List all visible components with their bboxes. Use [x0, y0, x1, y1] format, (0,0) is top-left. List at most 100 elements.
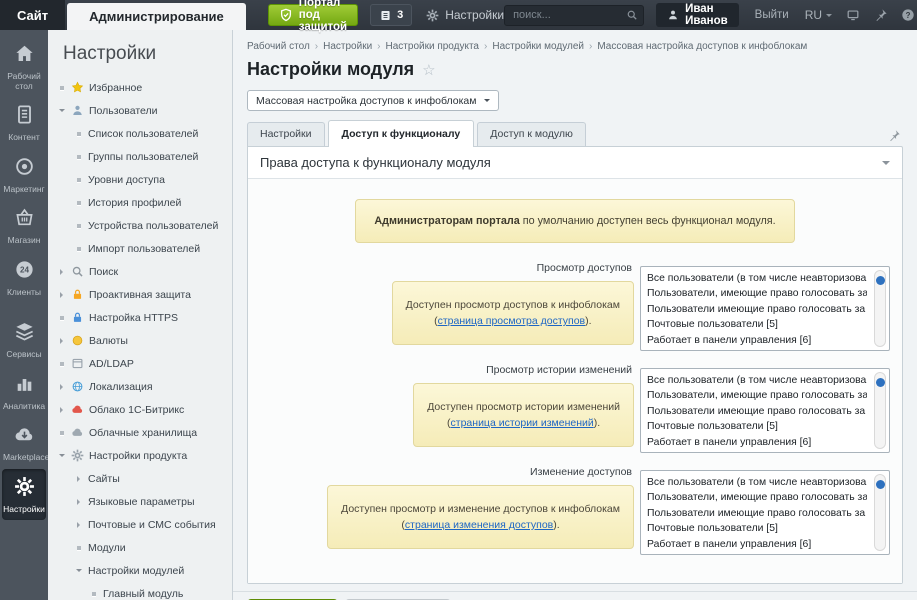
scrollbar-thumb[interactable]: [876, 276, 885, 285]
hint-link[interactable]: страница просмотра доступов: [438, 315, 586, 327]
sidebar-item-12[interactable]: AD/LDAP: [48, 352, 232, 375]
collapse-closed-icon[interactable]: [57, 407, 66, 413]
tab-0[interactable]: Настройки: [247, 122, 325, 146]
breadcrumb-item-3[interactable]: Настройки модулей: [492, 41, 584, 52]
tab-site[interactable]: Сайт: [0, 0, 65, 30]
list-icon: [379, 9, 392, 22]
breadcrumb-item-0[interactable]: Рабочий стол: [247, 41, 310, 52]
listbox-option[interactable]: Почтовые пользователи [5]: [647, 521, 867, 536]
sidebar-title: Настройки: [48, 30, 232, 76]
collapse-open-icon[interactable]: [57, 106, 66, 115]
listbox-option[interactable]: Почтовые пользователи [5]: [647, 419, 867, 434]
listbox-option[interactable]: Работает в панели управления [6]: [647, 333, 867, 348]
tab-1[interactable]: Доступ к функционалу: [328, 120, 475, 147]
monitor-icon[interactable]: [846, 8, 860, 22]
sidebar-item-3[interactable]: Группы пользователей: [48, 145, 232, 168]
collapse-closed-icon[interactable]: [74, 476, 83, 482]
collapse-closed-icon[interactable]: [74, 499, 83, 505]
topbar-settings-button[interactable]: Настройки: [426, 8, 504, 22]
listbox-option[interactable]: Пользователи имеющие право голосовать за…: [647, 506, 867, 521]
listbox-option[interactable]: Пользователи имеющие право голосовать за…: [647, 404, 867, 419]
sidebar-item-9[interactable]: Проактивная защита: [48, 283, 232, 306]
sidebar-item-7[interactable]: Импорт пользователей: [48, 237, 232, 260]
tab-2[interactable]: Доступ к модулю: [477, 122, 586, 146]
sidebar-item-21[interactable]: Настройки модулей: [48, 559, 232, 582]
sidebar-item-4[interactable]: Уровни доступа: [48, 168, 232, 191]
rail-item-0[interactable]: Рабочий стол: [2, 36, 46, 97]
sidebar-item-13[interactable]: Локализация: [48, 375, 232, 398]
help-button[interactable]: ? Помощь: [901, 8, 917, 22]
rail-item-3[interactable]: Магазин: [2, 200, 46, 252]
rail-item-7[interactable]: Marketplace: [2, 417, 46, 469]
sidebar-item-11[interactable]: Валюты: [48, 329, 232, 352]
sidebar-item-10[interactable]: Настройка HTTPS: [48, 306, 232, 329]
listbox-option[interactable]: Пользователи, имеющие право голосовать з…: [647, 490, 867, 505]
rail-item-8[interactable]: Настройки: [2, 469, 46, 521]
collapse-closed-icon[interactable]: [57, 269, 66, 275]
sidebar-item-22[interactable]: Главный модуль: [48, 582, 232, 600]
rail-item-6[interactable]: Аналитика: [2, 366, 46, 418]
sidebar-item-17[interactable]: Сайты: [48, 467, 232, 490]
hint-link[interactable]: страница истории изменений: [451, 417, 594, 429]
listbox-option[interactable]: Почтовые пользователи [5]: [647, 317, 867, 332]
sidebar-item-19[interactable]: Почтовые и СМС события: [48, 513, 232, 536]
sidebar-item-0[interactable]: Избранное: [48, 76, 232, 99]
access-listbox-0[interactable]: Все пользователи (в том числе неавторизо…: [640, 266, 890, 351]
breadcrumb-item-1[interactable]: Настройки: [323, 41, 372, 52]
listbox-scrollbar[interactable]: [874, 474, 886, 551]
sidebar-item-8[interactable]: Поиск: [48, 260, 232, 283]
collapse-closed-icon[interactable]: [74, 522, 83, 528]
collapse-open-icon[interactable]: [57, 451, 66, 460]
collapse-icon[interactable]: [882, 161, 890, 169]
module-select[interactable]: Массовая настройка доступов к инфоблокам: [247, 90, 499, 111]
rail-item-1[interactable]: Контент: [2, 97, 46, 149]
listbox-option[interactable]: Все пользователи (в том числе неавторизо…: [647, 373, 867, 388]
listbox-option[interactable]: Работает в панели управления [6]: [647, 435, 867, 450]
footer-bar: Сохранить По умолчанию: [233, 591, 917, 600]
sidebar-item-2[interactable]: Список пользователей: [48, 122, 232, 145]
listbox-option[interactable]: Все пользователи (в том числе неавторизо…: [647, 271, 867, 286]
breadcrumb-item-4[interactable]: Массовая настройка доступов к инфоблокам: [597, 41, 807, 52]
hint-link[interactable]: страница изменения доступов: [405, 519, 553, 531]
sidebar-item-18[interactable]: Языковые параметры: [48, 490, 232, 513]
language-selector[interactable]: RU: [805, 8, 832, 22]
access-listbox-1[interactable]: Все пользователи (в том числе неавторизо…: [640, 368, 890, 453]
listbox-option[interactable]: Пользователи, имеющие право голосовать з…: [647, 286, 867, 301]
search-icon[interactable]: [626, 9, 638, 21]
user-menu-button[interactable]: Иван Иванов: [656, 3, 739, 27]
listbox-option[interactable]: Пользователи имеющие право голосовать за…: [647, 302, 867, 317]
sidebar-item-14[interactable]: Облако 1С-Битрикс: [48, 398, 232, 421]
sidebar-item-16[interactable]: Настройки продукта: [48, 444, 232, 467]
pin-icon[interactable]: [888, 129, 901, 142]
tab-admin[interactable]: Администрирование: [67, 3, 246, 30]
scrollbar-thumb[interactable]: [876, 378, 885, 387]
access-listbox-2[interactable]: Все пользователи (в том числе неавторизо…: [640, 470, 890, 555]
listbox-option[interactable]: Работает в панели управления [6]: [647, 537, 867, 552]
search-input[interactable]: [504, 5, 644, 26]
rail-item-4[interactable]: 24 Клиенты: [2, 252, 46, 304]
sidebar-item-6[interactable]: Устройства пользователей: [48, 214, 232, 237]
logout-link[interactable]: Выйти: [755, 9, 789, 21]
collapse-closed-icon[interactable]: [57, 338, 66, 344]
listbox-option[interactable]: Пользователи, имеющие право голосовать з…: [647, 388, 867, 403]
cloud-download-icon: [14, 424, 35, 445]
collapse-closed-icon[interactable]: [57, 292, 66, 298]
rail-item-5[interactable]: Сервисы: [2, 314, 46, 366]
collapse-closed-icon[interactable]: [57, 384, 66, 390]
breadcrumb-item-2[interactable]: Настройки продукта: [386, 41, 479, 52]
pin-icon[interactable]: [874, 8, 888, 22]
sidebar-item-5[interactable]: История профилей: [48, 191, 232, 214]
coin-icon: [71, 334, 84, 347]
scrollbar-thumb[interactable]: [876, 480, 885, 489]
listbox-scrollbar[interactable]: [874, 372, 886, 449]
sidebar-item-15[interactable]: Облачные хранилища: [48, 421, 232, 444]
collapse-open-icon[interactable]: [74, 566, 83, 575]
portal-protected-button[interactable]: Портал под защитой: [268, 4, 358, 26]
sidebar-item-20[interactable]: Модули: [48, 536, 232, 559]
sidebar-item-1[interactable]: Пользователи: [48, 99, 232, 122]
favorite-star-icon[interactable]: ☆: [422, 61, 435, 79]
listbox-option[interactable]: Все пользователи (в том числе неавторизо…: [647, 475, 867, 490]
notifications-counter-button[interactable]: 3: [370, 4, 412, 26]
listbox-scrollbar[interactable]: [874, 270, 886, 347]
rail-item-2[interactable]: Маркетинг: [2, 149, 46, 201]
